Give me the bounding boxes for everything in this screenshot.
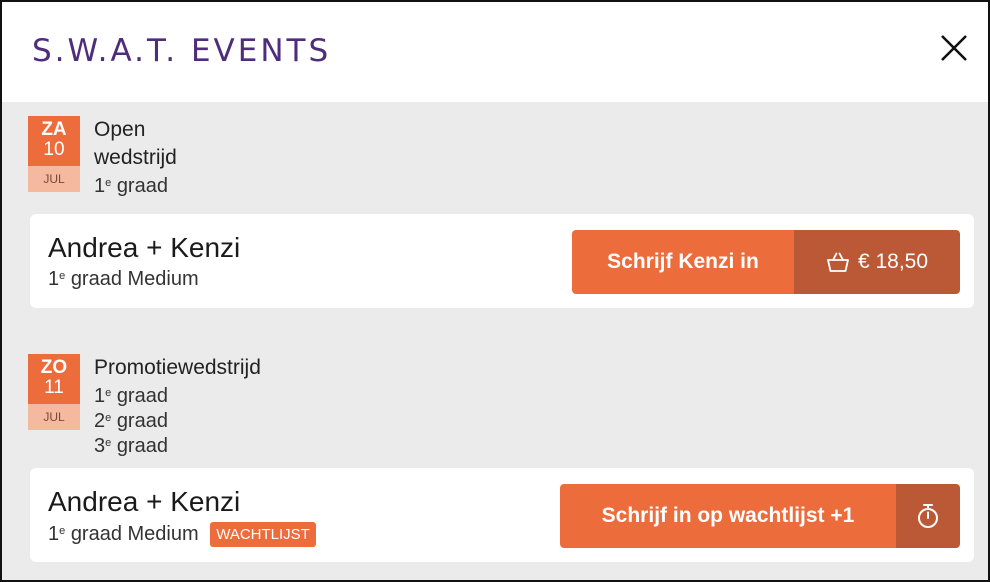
- event-grade: 1e graad: [94, 382, 261, 407]
- event-date: ZO 11 JUL: [28, 354, 80, 430]
- grade-word: graad: [116, 385, 168, 407]
- waitlist-register-button[interactable]: Schrijf in op wachtlijst +1: [560, 484, 960, 548]
- grade-word: graad: [116, 435, 168, 457]
- event-title: Promotiewedstrijd: [94, 356, 261, 379]
- entry-card: Andrea + Kenzi 1e graad Medium Schrijf K…: [30, 214, 974, 308]
- date-number: 10: [28, 140, 80, 166]
- date-month: JUL: [28, 404, 80, 430]
- basket-icon: [827, 252, 849, 272]
- date-number: 11: [28, 378, 80, 404]
- grade-word: graad: [116, 175, 168, 197]
- grade-number: 1: [94, 385, 106, 407]
- entry-grade: 1e graad Medium WACHTLIJST: [48, 522, 316, 547]
- price-section: € 18,50: [794, 230, 960, 294]
- event-title: Open wedstrijd: [94, 118, 177, 169]
- entry-pair-name: Andrea + Kenzi: [48, 486, 241, 517]
- date-day: ZO: [28, 354, 80, 378]
- stopwatch-icon: [918, 504, 938, 528]
- grade-suffix: e: [105, 412, 112, 424]
- grade-suffix: e: [105, 177, 112, 189]
- event-date: ZA 10 JUL: [28, 116, 80, 192]
- event-grade: 1e graad: [94, 172, 177, 197]
- grade-number: 1: [48, 268, 60, 290]
- header: S.W.A.T. EVENTS: [2, 2, 988, 102]
- brand-title: S.W.A.T. EVENTS: [32, 33, 332, 69]
- entry-pair-name: Andrea + Kenzi: [48, 232, 241, 263]
- price-label: € 18,50: [857, 250, 929, 273]
- grade-suffix: e: [59, 524, 66, 537]
- waitlist-badge: WACHTLIJST: [210, 522, 316, 547]
- register-button[interactable]: Schrijf Kenzi in € 18,50: [572, 230, 960, 294]
- close-icon: [941, 35, 967, 61]
- grade-suffix: e: [105, 387, 112, 399]
- grade-number: 2: [94, 410, 106, 432]
- entry-grade: 1e graad Medium: [48, 268, 199, 291]
- date-month: JUL: [28, 166, 80, 192]
- app-window: S.W.A.T. EVENTS ZA 10 JUL Open wedstrijd…: [0, 0, 990, 582]
- event-info: Open wedstrijd 1e graad: [94, 116, 177, 197]
- grade-number: 1: [48, 522, 60, 545]
- grade-text: graad Medium: [70, 522, 199, 545]
- grade-word: graad: [116, 410, 168, 432]
- grade-number: 1: [94, 175, 106, 197]
- register-button-label: Schrijf Kenzi in: [572, 230, 794, 294]
- grade-suffix: e: [59, 270, 66, 282]
- date-day: ZA: [28, 116, 80, 140]
- waitlist-button-label: Schrijf in op wachtlijst +1: [560, 484, 896, 548]
- entry-card: Andrea + Kenzi 1e graad Medium WACHTLIJS…: [30, 468, 974, 562]
- close-button[interactable]: [934, 28, 974, 68]
- event-grade: 2e graad: [94, 407, 261, 432]
- event-info: Promotiewedstrijd 1e graad 2e graad 3e g…: [94, 354, 261, 457]
- event-grade: 3e graad: [94, 432, 261, 457]
- waitlist-icon-section: [896, 484, 960, 548]
- grade-suffix: e: [105, 437, 112, 449]
- grade-text: graad Medium: [70, 268, 199, 290]
- grade-number: 3: [94, 435, 106, 457]
